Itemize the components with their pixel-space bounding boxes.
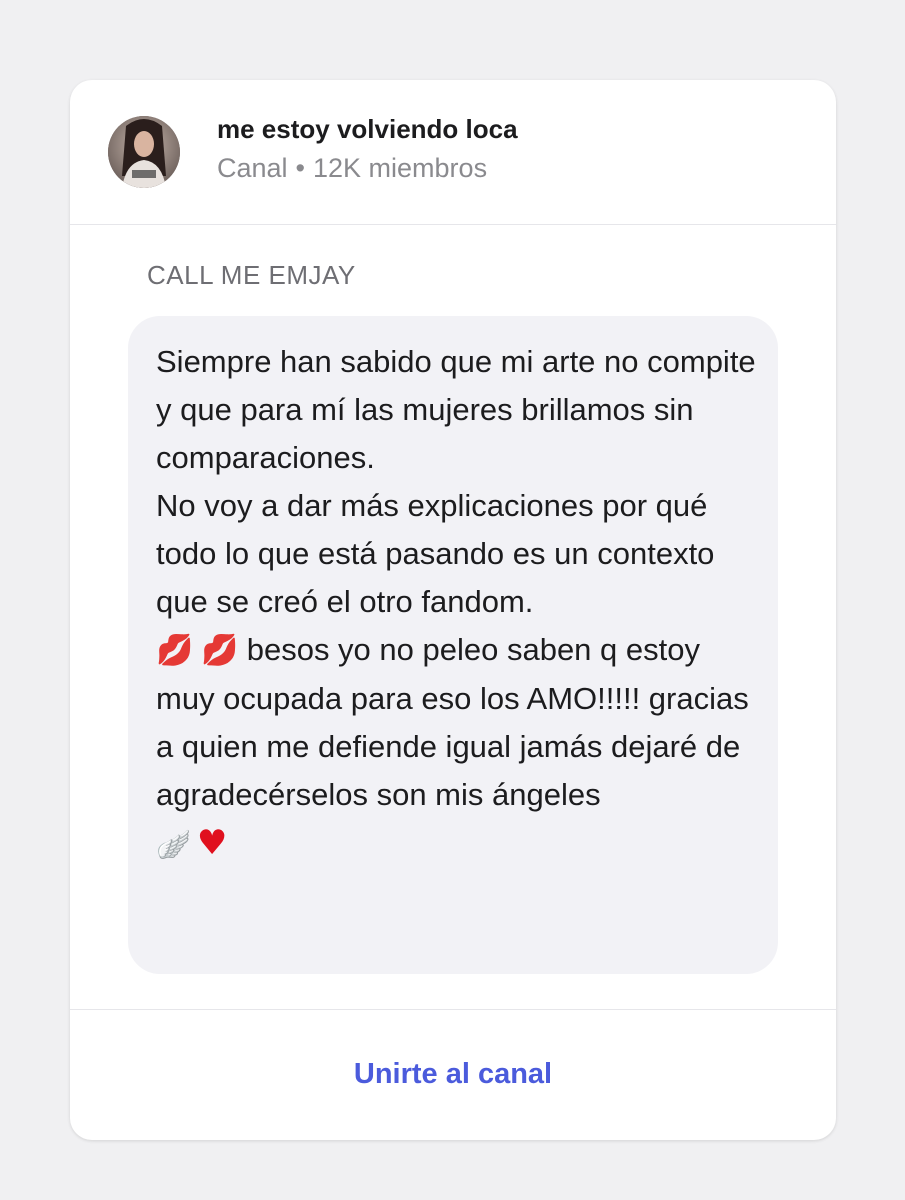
channel-header[interactable]: me estoy volviendo loca Canal • 12K miembr… [70,80,836,225]
message-emoji-line: 🪽 ♥ [156,819,766,869]
kiss-mark-icon: 💋 [201,633,239,668]
red-heart-icon: ♥ [196,823,228,863]
message-paragraph-3-text: besos yo no peleo saben q estoy muy ocup… [156,632,749,812]
card-footer: Unirte al canal [70,1009,836,1140]
message-bubble: Siempre han sabido que mi arte no compit… [128,316,778,974]
avatar-photo-icon [108,116,180,188]
message-paragraph-3: 💋 💋 besos yo no peleo saben q estoy muy oc… [156,626,766,819]
kiss-mark-icon: 💋 [156,633,194,668]
channel-type: Canal [217,153,288,183]
wing-icon: 🪽 [156,828,191,861]
post-author: CALL ME EMJAY [147,260,356,290]
channel-preview-card: me estoy volviendo loca Canal • 12K miembr… [70,80,836,1140]
channel-avatar[interactable] [108,116,180,188]
join-channel-button[interactable]: Unirte al canal [70,1058,836,1091]
channel-meta: Canal • 12K miembros [217,153,487,184]
member-count: 12K miembros [313,153,488,183]
message-paragraph-1: Siempre han sabido que mi arte no compit… [156,344,756,475]
message-text: Siempre han sabido que mi arte no compit… [156,338,766,869]
channel-name[interactable]: me estoy volviendo loca [217,114,518,145]
message-paragraph-2: No voy a dar más explicaciones por qué t… [156,488,715,619]
meta-separator: • [295,153,305,183]
